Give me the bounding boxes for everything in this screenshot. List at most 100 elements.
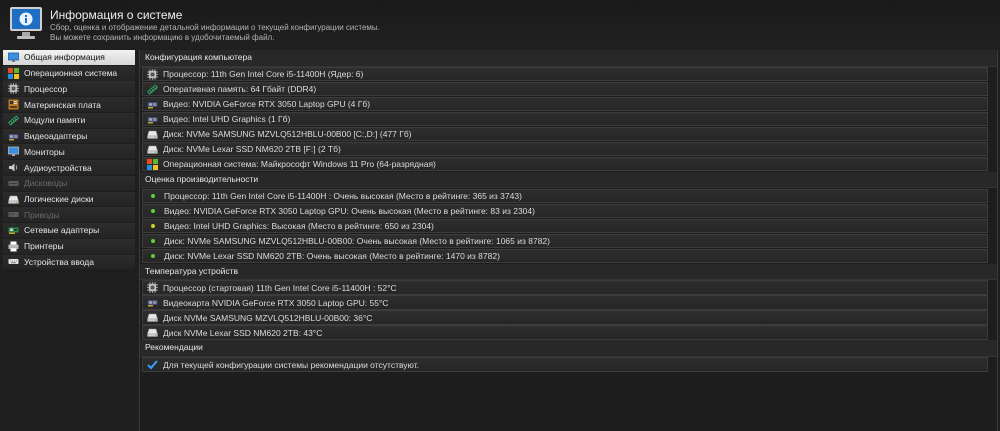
cpu-icon: [147, 68, 158, 80]
temp-row-video[interactable]: Видеокарта NVIDIA GeForce RTX 3050 Lapto…: [142, 295, 988, 311]
disk-icon: [147, 145, 158, 154]
memory-module-icon: [8, 114, 19, 126]
sidebar-item-monitors[interactable]: Мониторы: [3, 144, 135, 160]
sidebar-item-label: Мониторы: [24, 146, 65, 157]
sidebar-item-label: Сетевые адаптеры: [24, 225, 100, 236]
temp-row-disk-lexar[interactable]: Диск NVMe Lexar SSD NM620 2TB: 43°C: [142, 325, 988, 341]
printer-icon: [8, 241, 19, 252]
disk-icon: [147, 314, 158, 322]
perf-row-cpu[interactable]: Процессор: 11th Gen Intel Core i5-11400H…: [142, 188, 988, 204]
perf-row-video-nvidia[interactable]: Видео: NVIDIA GeForce RTX 3050 Laptop GP…: [142, 203, 988, 219]
perf-row-video-intel[interactable]: Видео: Intel UHD Graphics: Высокая (Мест…: [142, 218, 988, 234]
row-text: Диск: NVMe Lexar SSD NM620 2TB [F:] (2 Т…: [163, 144, 341, 155]
sidebar-item-label: Устройства ввода: [24, 256, 94, 267]
row-text: Видео: Intel UHD Graphics: Высокая (Мест…: [164, 220, 434, 231]
monitor-info-icon: [8, 52, 19, 62]
perf-row-disk-lexar[interactable]: Диск: NVMe Lexar SSD NM620 2TB: Очень вы…: [142, 248, 988, 264]
windows-logo-icon: [147, 158, 158, 170]
sidebar-item-floppy[interactable]: Дисководы: [3, 175, 135, 191]
subtitle-line-2: Вы можете сохранить информацию в удобочи…: [50, 33, 275, 42]
sidebar-item-label: Логические диски: [24, 194, 94, 204]
sidebar-item-os[interactable]: Операционная система: [3, 65, 135, 81]
sidebar-item-video[interactable]: Видеоадаптеры: [3, 128, 135, 144]
checkmark-icon: [147, 360, 158, 370]
section-header-temperature: Температура устройств: [140, 263, 997, 281]
row-text: Диск NVMe SAMSUNG MZVLQ512HBLU-00B00: 36…: [163, 312, 373, 323]
perf-row-disk-samsung[interactable]: Диск: NVMe SAMSUNG MZVLQ512HBLU-00B00: О…: [142, 233, 988, 249]
row-text: Для текущей конфигурации системы рекомен…: [163, 359, 420, 370]
row-text: Диск: NVMe Lexar SSD NM620 2TB: Очень вы…: [164, 250, 500, 261]
config-row-memory[interactable]: Оперативная память: 64 Гбайт (DDR4): [142, 81, 988, 97]
row-text: Видеокарта NVIDIA GeForce RTX 3050 Lapto…: [163, 297, 389, 308]
disk-icon: [8, 195, 19, 204]
config-row-disk-samsung[interactable]: Диск: NVMe SAMSUNG MZVLQ512HBLU-00B00 [C…: [142, 126, 988, 142]
rating-good-dot-icon: [151, 208, 155, 213]
sidebar-item-audio[interactable]: Аудиоустройства: [3, 160, 135, 175]
config-row-video-nvidia[interactable]: Видео: NVIDIA GeForce RTX 3050 Laptop GP…: [142, 96, 988, 112]
sidebar-item-optical-drives[interactable]: Приводы: [3, 207, 135, 223]
subtitle-line-1: Сбор, оценка и отображение детальной инф…: [50, 23, 380, 32]
sidebar-item-network[interactable]: Сетевые адаптеры: [3, 223, 135, 238]
config-row-disk-lexar[interactable]: Диск: NVMe Lexar SSD NM620 2TB [F:] (2 Т…: [142, 141, 988, 157]
config-row-os[interactable]: Операционная система: Майкрософт Windows…: [142, 156, 988, 172]
sidebar-item-logical-disks[interactable]: Логические диски: [3, 191, 135, 207]
video-card-icon: [147, 116, 158, 124]
row-text: Процессор: 11th Gen Intel Core i5-11400H…: [163, 69, 364, 80]
speaker-icon: [9, 163, 18, 172]
rating-medium-dot-icon: [151, 223, 155, 228]
row-text: Диск: NVMe SAMSUNG MZVLQ512HBLU-00B00: О…: [164, 235, 550, 246]
rating-good-dot-icon: [151, 193, 155, 198]
sidebar-item-label: Аудиоустройства: [24, 162, 92, 173]
sidebar-item-memory[interactable]: Модули памяти: [3, 112, 135, 128]
page-title: Информация о системе: [50, 8, 183, 22]
section-header-performance: Оценка производительности: [140, 171, 997, 189]
config-row-video-intel[interactable]: Видео: Intel UHD Graphics (1 Гб): [142, 111, 988, 127]
sidebar-item-label: Процессор: [24, 83, 68, 94]
temp-row-cpu[interactable]: Процессор (стартовая) 11th Gen Intel Cor…: [142, 280, 988, 296]
page-subtitle: Сбор, оценка и отображение детальной инф…: [50, 23, 450, 43]
recommendation-row[interactable]: Для текущей конфигурации системы рекомен…: [142, 357, 988, 372]
video-card-icon: [8, 133, 19, 141]
disk-icon: [147, 130, 158, 139]
keyboard-icon: [8, 259, 19, 265]
section-header-recommendations: Рекомендации: [140, 340, 997, 357]
sidebar-item-label: Материнская плата: [24, 99, 101, 110]
row-text: Операционная система: Майкрософт Windows…: [163, 159, 436, 170]
cpu-icon: [8, 83, 19, 95]
sidebar-nav: Общая информация Операционная система Пр…: [3, 50, 135, 431]
sidebar-item-general-info[interactable]: Общая информация: [3, 50, 135, 65]
sidebar-item-label: Дисководы: [24, 178, 68, 189]
sidebar-item-printers[interactable]: Принтеры: [3, 238, 135, 254]
sidebar-item-label: Приводы: [24, 209, 60, 220]
row-text: Видео: NVIDIA GeForce RTX 3050 Laptop GP…: [164, 205, 535, 216]
config-row-cpu[interactable]: Процессор: 11th Gen Intel Core i5-11400H…: [142, 66, 988, 82]
monitor-icon: [8, 146, 19, 157]
row-text: Процессор: 11th Gen Intel Core i5-11400H…: [164, 190, 522, 201]
temp-row-disk-samsung[interactable]: Диск NVMe SAMSUNG MZVLQ512HBLU-00B00: 36…: [142, 310, 988, 326]
optical-drive-icon: [8, 212, 19, 218]
memory-module-icon: [147, 83, 158, 95]
sidebar-item-motherboard[interactable]: Материнская плата: [3, 97, 135, 112]
rating-good-dot-icon: [151, 238, 155, 243]
cpu-icon: [147, 282, 158, 294]
row-text: Диск NVMe Lexar SSD NM620 2TB: 43°C: [163, 327, 323, 338]
row-text: Процессор (стартовая) 11th Gen Intel Cor…: [163, 282, 397, 293]
row-text: Видео: NVIDIA GeForce RTX 3050 Laptop GP…: [163, 99, 371, 110]
sidebar-item-cpu[interactable]: Процессор: [3, 81, 135, 97]
row-text: Оперативная память: 64 Гбайт (DDR4): [163, 84, 317, 95]
system-info-monitor-icon: [10, 7, 42, 39]
disk-icon: [147, 328, 158, 337]
sidebar-item-label: Модули памяти: [24, 115, 86, 126]
windows-logo-icon: [8, 67, 19, 79]
sidebar-item-label: Принтеры: [24, 241, 64, 252]
app-header: Информация о системе Сбор, оценка и отоб…: [0, 0, 1000, 48]
row-text: Диск: NVMe SAMSUNG MZVLQ512HBLU-00B00 [C…: [163, 129, 412, 140]
rating-good-dot-icon: [151, 253, 155, 258]
row-text: Видео: Intel UHD Graphics (1 Гб): [163, 114, 291, 125]
sidebar-item-input-devices[interactable]: Устройства ввода: [3, 254, 135, 270]
section-header-config: Конфигурация компьютера: [140, 50, 997, 67]
sidebar-item-label: Видеоадаптеры: [24, 131, 88, 142]
video-card-icon: [147, 101, 158, 109]
sidebar-item-label: Общая информация: [24, 52, 105, 63]
video-card-icon: [147, 300, 158, 307]
